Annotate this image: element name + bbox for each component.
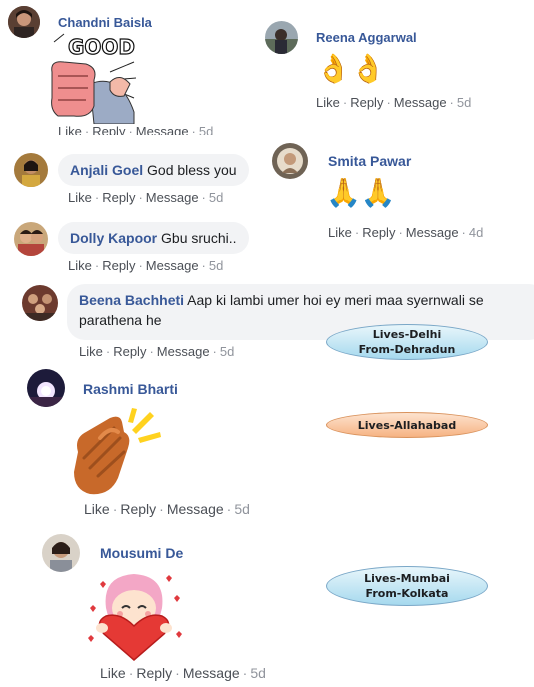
- clapping-hands-sticker: [70, 408, 162, 498]
- avatar[interactable]: [265, 21, 298, 54]
- reply-link[interactable]: Reply: [136, 665, 172, 681]
- girl-with-heart-sticker: [84, 568, 184, 664]
- message-link[interactable]: Message: [136, 125, 189, 135]
- annotation-line: Lives-Allahabad: [357, 418, 457, 432]
- avatar[interactable]: [27, 369, 65, 407]
- like-link[interactable]: Like: [68, 190, 92, 205]
- commenter-name[interactable]: Dolly Kapoor: [70, 230, 157, 246]
- reply-link[interactable]: Reply: [113, 344, 146, 359]
- comment-actions: Like · Reply · Message · 4d: [328, 225, 484, 240]
- message-link[interactable]: Message: [146, 190, 199, 205]
- annotation-line: From-Dehradun: [358, 343, 456, 356]
- annotation-line: Lives-Delhi: [372, 328, 442, 341]
- timestamp[interactable]: 5d: [234, 501, 250, 517]
- good-sticker: GOOD: [50, 32, 137, 125]
- commenter-name[interactable]: Mousumi De: [100, 545, 183, 561]
- reply-link[interactable]: Reply: [102, 190, 135, 205]
- commenter-name[interactable]: Anjali Goel: [70, 162, 143, 178]
- commenter-name[interactable]: Beena Bachheti: [79, 292, 184, 308]
- ok-hand-emoji: 👌👌: [316, 53, 386, 84]
- comment-actions: Like · Reply · Message · 5d: [58, 125, 213, 135]
- folded-hands-emoji: 🙏🙏: [326, 177, 396, 208]
- avatar[interactable]: [272, 143, 308, 179]
- comment-actions: Like · Reply · Message · 5d: [100, 665, 266, 681]
- sticker-text: GOOD: [68, 35, 135, 59]
- timestamp[interactable]: 5d: [209, 190, 223, 205]
- comment-actions: Like · Reply · Message · 5d: [68, 190, 224, 205]
- annotation-line: Lives-Mumbai: [364, 572, 450, 585]
- like-link[interactable]: Like: [316, 95, 340, 110]
- commenter-name[interactable]: Chandni Baisla: [58, 15, 152, 30]
- reply-link[interactable]: Reply: [350, 95, 383, 110]
- avatar[interactable]: [22, 285, 58, 321]
- comment-actions: Like · Reply · Message · 5d: [68, 258, 224, 273]
- location-annotation: Lives-Allahabad: [326, 412, 488, 438]
- like-link[interactable]: Like: [100, 665, 126, 681]
- like-link[interactable]: Like: [68, 258, 92, 273]
- message-link[interactable]: Message: [406, 225, 459, 240]
- commenter-name[interactable]: Reena Aggarwal: [316, 30, 417, 45]
- comment-bubble: Dolly Kapoor Gbu sruchi..: [58, 222, 249, 254]
- reply-link[interactable]: Reply: [362, 225, 395, 240]
- commenter-name[interactable]: Smita Pawar: [328, 153, 411, 169]
- avatar[interactable]: [42, 534, 80, 572]
- message-link[interactable]: Message: [157, 344, 210, 359]
- comment-actions: Like · Reply · Message · 5d: [79, 344, 235, 359]
- reply-link[interactable]: Reply: [102, 258, 135, 273]
- message-link[interactable]: Message: [146, 258, 199, 273]
- annotation-line: From-Kolkata: [365, 587, 449, 600]
- like-link[interactable]: Like: [58, 125, 82, 135]
- message-link[interactable]: Message: [183, 665, 240, 681]
- like-link[interactable]: Like: [79, 344, 103, 359]
- avatar[interactable]: [14, 153, 48, 187]
- reply-link[interactable]: Reply: [92, 125, 125, 135]
- avatar[interactable]: [14, 222, 48, 256]
- like-link[interactable]: Like: [328, 225, 352, 240]
- timestamp[interactable]: 5d: [220, 344, 234, 359]
- comment-text: Gbu sruchi..: [161, 230, 237, 246]
- timestamp[interactable]: 5d: [199, 125, 213, 135]
- message-link[interactable]: Message: [394, 95, 447, 110]
- commenter-name[interactable]: Rashmi Bharti: [83, 381, 178, 397]
- comment-text-line1: Aap ki lambi umer hoi ey meri maa syernw…: [187, 292, 484, 308]
- location-annotation: Lives-Mumbai From-Kolkata: [326, 566, 488, 606]
- comment-actions: Like · Reply · Message · 5d: [84, 501, 250, 517]
- comment-actions: Like · Reply · Message · 5d: [316, 95, 472, 110]
- reply-link[interactable]: Reply: [120, 501, 156, 517]
- location-annotation: Lives-Delhi From-Dehradun: [326, 324, 488, 360]
- like-link[interactable]: Like: [84, 501, 110, 517]
- timestamp[interactable]: 5d: [209, 258, 223, 273]
- timestamp[interactable]: 4d: [469, 225, 483, 240]
- comment-text: God bless you: [147, 162, 237, 178]
- avatar[interactable]: [8, 6, 40, 38]
- message-link[interactable]: Message: [167, 501, 224, 517]
- comment-bubble: Anjali Goel God bless you: [58, 154, 249, 186]
- timestamp[interactable]: 5d: [250, 665, 266, 681]
- timestamp[interactable]: 5d: [457, 95, 471, 110]
